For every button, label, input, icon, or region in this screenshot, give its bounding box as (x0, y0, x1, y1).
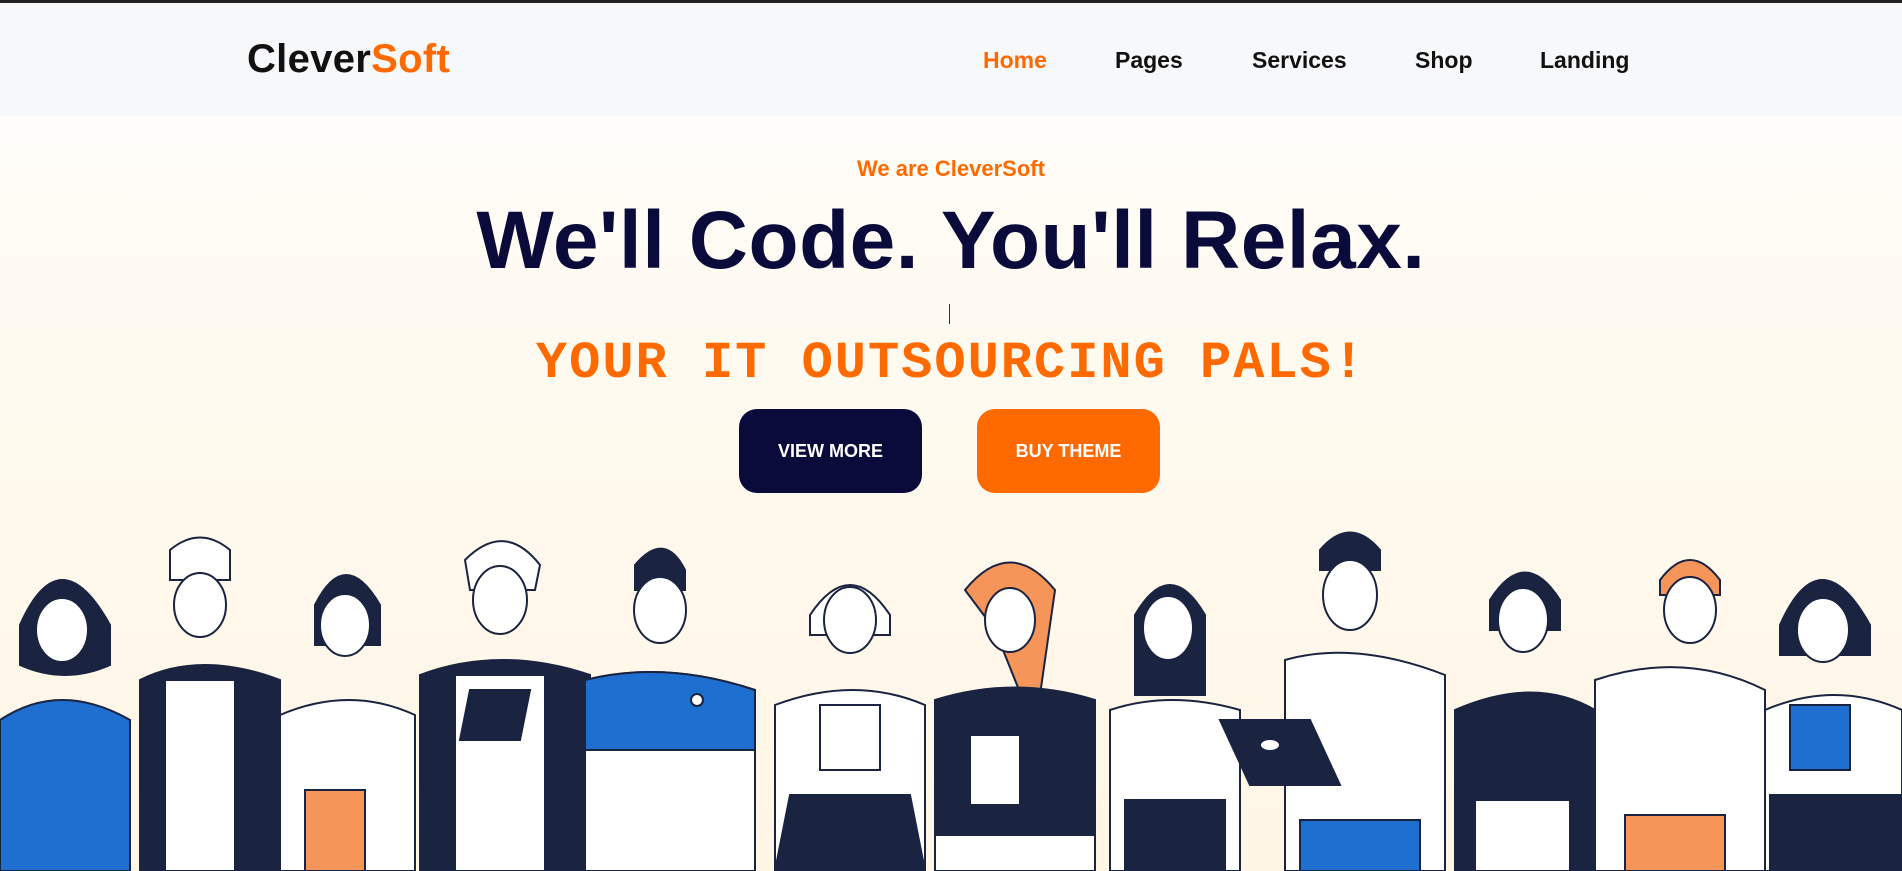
text-cursor (949, 304, 950, 324)
hero-title: We'll Code. You'll Relax. (476, 195, 1426, 286)
person-icon (0, 579, 131, 871)
people-illustration (0, 531, 1902, 871)
person-icon (1109, 584, 1241, 871)
buy-theme-button[interactable]: BUY THEME (977, 409, 1160, 493)
person-icon (1764, 579, 1902, 871)
person-icon (139, 536, 281, 871)
nav-item-pages[interactable]: Pages (1115, 47, 1183, 74)
nav-item-services[interactable]: Services (1252, 47, 1347, 74)
brand-logo-part1: Clever (247, 37, 372, 81)
person-icon (934, 561, 1096, 871)
person-icon (1218, 531, 1446, 871)
brand-logo-part2: Soft (371, 37, 451, 81)
person-icon (584, 547, 756, 871)
person-icon (279, 574, 416, 871)
person-icon (1454, 571, 1596, 871)
person-icon (419, 540, 591, 871)
view-more-button[interactable]: VIEW MORE (739, 409, 922, 493)
hero-tagline: YOUR IT OUTSOURCING PALS! (535, 334, 1367, 393)
brand-logo[interactable]: CleverSoft (247, 37, 450, 82)
nav-item-home[interactable]: Home (983, 47, 1047, 74)
site-header: CleverSoft Home Pages Services Shop Land… (0, 3, 1902, 116)
person-icon (773, 584, 927, 871)
person-icon (1594, 559, 1766, 871)
nav-item-landing[interactable]: Landing (1540, 47, 1629, 74)
nav-item-shop[interactable]: Shop (1415, 47, 1473, 74)
hero-eyebrow: We are CleverSoft (857, 156, 1045, 181)
